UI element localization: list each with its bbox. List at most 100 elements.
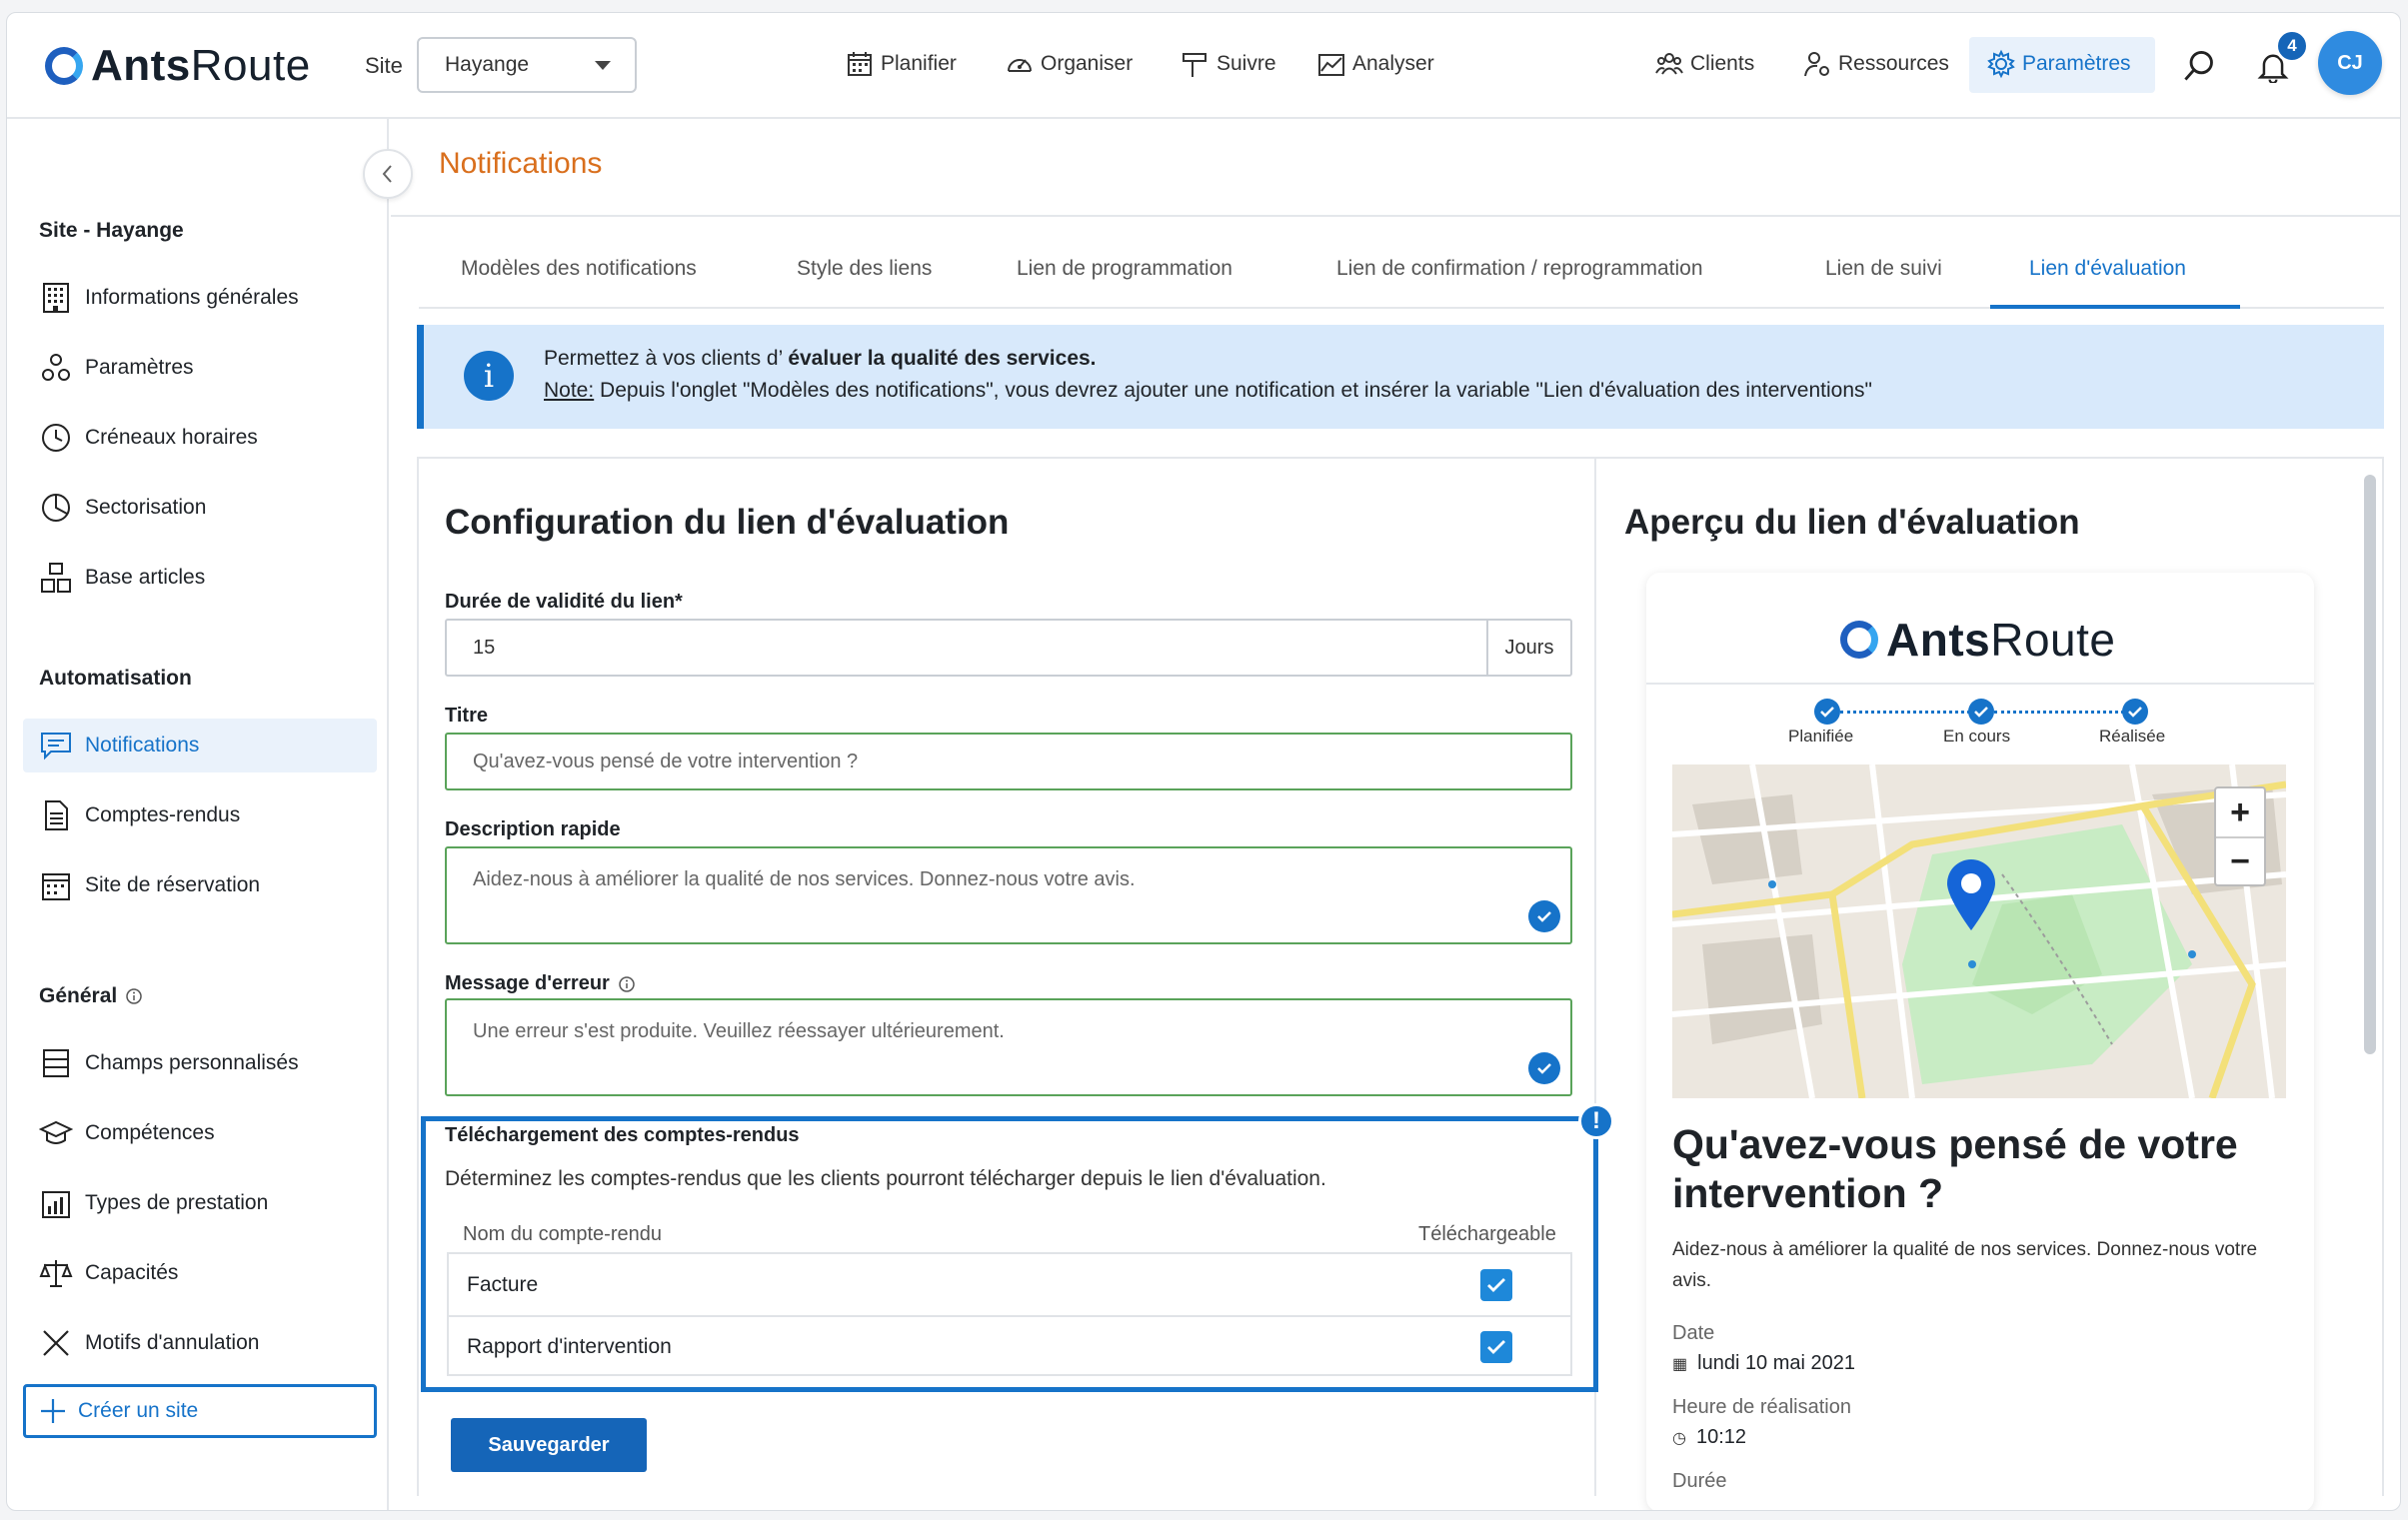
sidebar-item-creneaux[interactable]: Créneaux horaires (23, 411, 377, 465)
gear-icon (1987, 49, 2015, 79)
title-label: Titre (445, 705, 488, 727)
tab-lien-confirmation[interactable]: Lien de confirmation / reprogrammation (1336, 257, 1703, 281)
alert-icon: ! (1578, 1103, 1614, 1139)
location-pin-icon (1947, 859, 1995, 930)
nav-suivre[interactable]: Suivre (1181, 49, 1276, 79)
tab-lien-evaluation[interactable]: Lien d'évaluation (2029, 257, 2186, 281)
info-icon (126, 988, 142, 1004)
downloadable-checkbox[interactable] (1480, 1330, 1512, 1363)
sidebar-item-types-prestation[interactable]: Types de prestation (23, 1176, 377, 1230)
preview-heading: Aperçu du lien d'évaluation (1624, 503, 2080, 542)
sidebar-item-parametres[interactable]: Paramètres (23, 341, 377, 395)
notification-count-badge: 4 (2275, 29, 2309, 63)
zoom-out-button[interactable]: − (2216, 836, 2264, 884)
nav-planifier[interactable]: Planifier (845, 49, 957, 79)
info-icon (619, 975, 635, 992)
config-heading: Configuration du lien d'évaluation (445, 503, 1010, 542)
column-header-downloadable: Téléchargeable (1418, 1223, 1556, 1245)
chevron-down-icon (595, 61, 611, 70)
map-zoom-control: + − (2214, 786, 2266, 886)
graduation-cap-icon (39, 1120, 73, 1144)
nav-analyser[interactable]: Analyser (1316, 49, 1434, 79)
progress-line (1840, 711, 1982, 714)
nav-clients[interactable]: Clients (1654, 49, 1754, 79)
date-label: Date (1672, 1322, 1715, 1344)
validity-input[interactable]: 15 Jours (445, 619, 1572, 677)
sidebar-section-site: Site - Hayange (39, 219, 184, 242)
user-avatar[interactable]: CJ (2318, 31, 2382, 95)
description-textarea[interactable]: Aidez-nous à améliorer la qualité de nos… (445, 846, 1572, 944)
site-label: Site (365, 53, 403, 78)
users-icon (1655, 53, 1683, 75)
top-bar: AntsRoute Site Hayange Planifier Organis… (7, 13, 2400, 119)
save-button[interactable]: Sauvegarder (451, 1418, 647, 1472)
tab-lien-suivi[interactable]: Lien de suivi (1825, 257, 1942, 281)
chevron-left-icon (382, 165, 392, 183)
sidebar-item-informations[interactable]: Informations générales (23, 271, 377, 325)
building-icon (43, 283, 69, 313)
sidebar-section-general: Général (39, 984, 143, 1008)
document-icon (45, 800, 68, 830)
download-title: Téléchargement des comptes-rendus (445, 1124, 800, 1146)
map[interactable] (1672, 764, 2286, 1098)
duration-label: Durée (1672, 1470, 1727, 1492)
site-select[interactable]: Hayange (417, 37, 637, 93)
antsroute-logo[interactable]: AntsRoute (45, 41, 311, 91)
step-check-icon (1814, 699, 1840, 725)
validity-label: Durée de validité du lien* (445, 591, 683, 613)
pie-chart-icon (42, 494, 70, 522)
valid-check-icon (1528, 1052, 1560, 1084)
logo-ring-icon (1840, 621, 1878, 659)
description-label: Description rapide (445, 818, 621, 840)
column-header-name: Nom du compte-rendu (463, 1223, 662, 1245)
close-icon (43, 1330, 69, 1356)
sidebar-item-base-articles[interactable]: Base articles (23, 551, 377, 605)
form-icon (43, 1049, 69, 1077)
reports-table: Facture Rapport d'intervention (447, 1252, 1572, 1376)
tab-lien-programmation[interactable]: Lien de programmation (1017, 257, 1232, 281)
tab-style-liens[interactable]: Style des liens (797, 257, 932, 281)
calendar-icon: ▦ (1672, 1355, 1688, 1373)
downloadable-checkbox[interactable] (1480, 1268, 1512, 1301)
tab-modeles[interactable]: Modèles des notifications (461, 257, 697, 281)
title-input[interactable]: Qu'avez-vous pensé de votre intervention… (445, 733, 1572, 790)
step-label: En cours (1943, 727, 2011, 746)
calendar-icon (848, 52, 872, 76)
bar-chart-icon (42, 1191, 70, 1218)
divider (1646, 683, 2314, 685)
logo-ring-icon (45, 47, 83, 85)
sidebar-item-champs[interactable]: Champs personnalisés (23, 1036, 377, 1090)
user-gear-icon (1804, 52, 1829, 77)
nav-parametres[interactable]: Paramètres (1986, 49, 2131, 79)
sidebar-item-motifs-annulation[interactable]: Motifs d'annulation (23, 1316, 377, 1370)
app-window: AntsRoute Site Hayange Planifier Organis… (6, 12, 2401, 1511)
sidebar-item-notifications[interactable]: Notifications (23, 719, 377, 772)
scrollbar[interactable] (2364, 475, 2376, 1054)
collapse-sidebar-button[interactable] (363, 149, 413, 199)
sidebar-item-capacites[interactable]: Capacités (23, 1246, 377, 1300)
zoom-in-button[interactable]: + (2216, 788, 2264, 836)
nav-ressources[interactable]: Ressources (1802, 49, 1949, 79)
clock-icon (42, 424, 70, 452)
clock-icon: ◷ (1672, 1429, 1686, 1447)
step-label: Réalisée (2099, 727, 2166, 746)
table-row: Facture (449, 1254, 1570, 1315)
create-site-button[interactable]: Créer un site (23, 1384, 377, 1438)
antsroute-logo: AntsRoute (1840, 613, 2115, 667)
sidebar-section-automatisation: Automatisation (39, 667, 192, 690)
sidebar-item-sectorisation[interactable]: Sectorisation (23, 481, 377, 535)
table-row: Rapport d'intervention (449, 1315, 1570, 1376)
chart-icon (1318, 54, 1344, 76)
page-title: Notifications (439, 147, 603, 180)
search-button[interactable] (2182, 49, 2222, 83)
sidebar-item-competences[interactable]: Compétences (23, 1106, 377, 1160)
nav-organiser[interactable]: Organiser (1005, 49, 1133, 79)
step-label: Planifiée (1788, 727, 1854, 746)
info-icon: i (464, 351, 514, 401)
sidebar-item-comptes-rendus[interactable]: Comptes-rendus (23, 788, 377, 842)
error-message-textarea[interactable]: Une erreur s'est produite. Veuillez rées… (445, 998, 1572, 1096)
sidebar-item-site-reservation[interactable]: Site de réservation (23, 858, 377, 912)
calendar-icon (42, 873, 70, 900)
date-value: ▦ lundi 10 mai 2021 (1672, 1352, 1856, 1374)
error-message-label: Message d'erreur (445, 972, 636, 995)
